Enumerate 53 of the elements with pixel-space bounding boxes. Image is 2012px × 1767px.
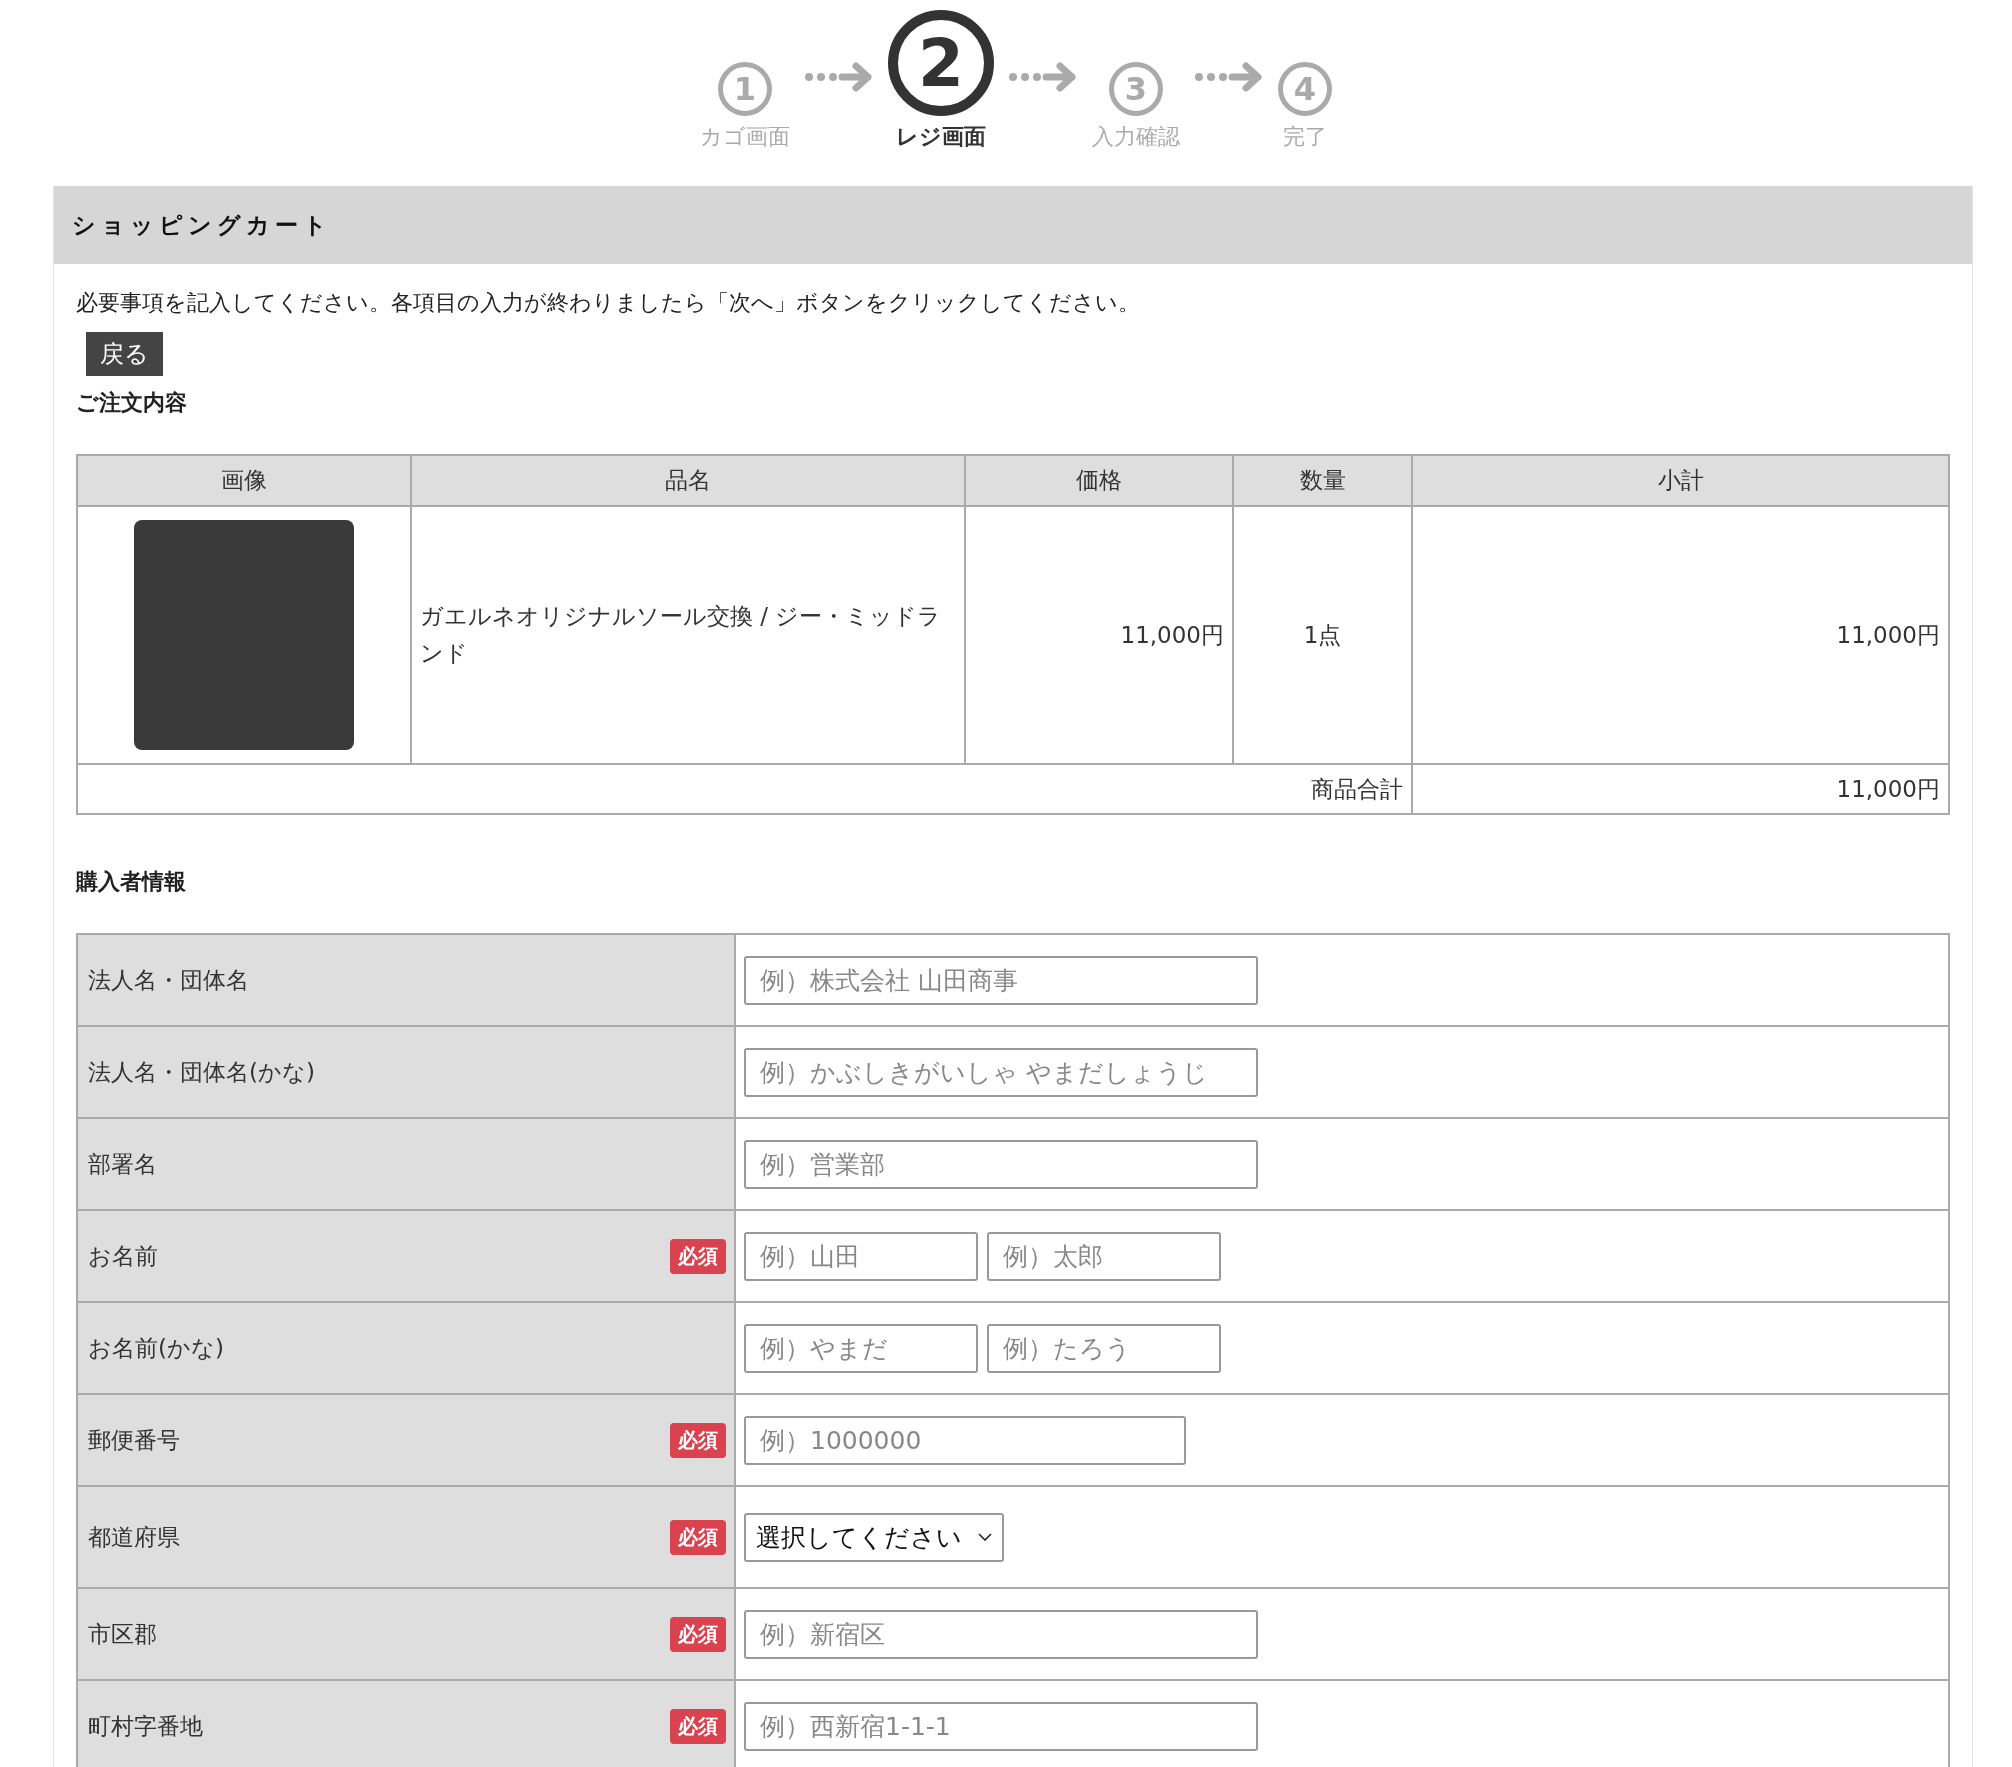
prefecture-dropdown[interactable]: 選択してください — [744, 1512, 1004, 1562]
step-number: 3 — [1109, 62, 1163, 116]
table-cell: 11,000円 — [1412, 764, 1949, 814]
required-badge: 必須 — [670, 1519, 726, 1555]
field-label: お名前 — [88, 1241, 158, 1271]
input-field[interactable]: 例）かぶしきがいしゃ やまだしょうじ — [744, 1047, 1258, 1097]
required-badge: 必須 — [670, 1422, 726, 1458]
column-header: 画像 — [77, 455, 411, 506]
input-field[interactable]: 例）たろう — [987, 1323, 1221, 1373]
chevron-icon — [978, 1533, 992, 1541]
dotted-arrow-icon — [1008, 62, 1078, 92]
input-field[interactable]: 例）西新宿1-1-1 — [744, 1701, 1258, 1751]
input-field[interactable]: 例）1000000 — [744, 1415, 1186, 1465]
dotted-arrow-icon — [1194, 62, 1264, 92]
input-field[interactable]: 例）営業部 — [744, 1139, 1258, 1189]
panel-title: ショッピングカート — [72, 210, 332, 240]
column-header: 価格 — [965, 455, 1233, 506]
table-cell: 11,000円 — [1412, 506, 1949, 764]
table-cell: ガエルネオリジナルソール交換 / ジー・ミッドランド — [411, 506, 965, 764]
step-number: 4 — [1278, 62, 1332, 116]
step-label: レジ画面 — [896, 123, 986, 151]
column-header: 品名 — [411, 455, 965, 506]
required-badge: 必須 — [670, 1616, 726, 1652]
step-label: 完了 — [1283, 123, 1327, 151]
field-label: 町村字番地 — [88, 1711, 203, 1741]
input-field[interactable]: 例）やまだ — [744, 1323, 978, 1373]
field-label: 部署名 — [88, 1149, 157, 1179]
required-badge: 必須 — [670, 1708, 726, 1744]
field-label: 市区郡 — [88, 1619, 157, 1649]
step-label: カゴ画面 — [700, 123, 790, 151]
required-badge: 必須 — [670, 1238, 726, 1274]
field-label: お名前(かな) — [88, 1333, 224, 1363]
column-header: 小計 — [1412, 455, 1949, 506]
field-label: 法人名・団体名(かな) — [88, 1057, 315, 1087]
field-label: 郵便番号 — [88, 1425, 180, 1455]
table-cell: 商品合計 — [77, 764, 1412, 814]
field-label: 法人名・団体名 — [88, 965, 249, 995]
field-label: 都道府県 — [88, 1522, 180, 1552]
step-label: 入力確認 — [1092, 123, 1180, 151]
dotted-arrow-icon — [804, 62, 874, 92]
step-number: 1 — [718, 62, 772, 116]
input-field[interactable]: 例）株式会社 山田商事 — [744, 955, 1258, 1005]
step-number: 2 — [888, 10, 994, 116]
table-cell: 1点 — [1233, 506, 1412, 764]
section-heading: ご注文内容 — [76, 389, 188, 417]
column-header: 数量 — [1233, 455, 1412, 506]
table-cell: 11,000円 — [965, 506, 1233, 764]
back-button[interactable]: 戻る — [86, 332, 163, 376]
input-field[interactable]: 例）山田 — [744, 1231, 978, 1281]
instruction-text: 必要事項を記入してください。各項目の入力が終わりましたら「次へ」ボタンをクリックしてください。 — [76, 289, 1141, 317]
input-field[interactable]: 例）太郎 — [987, 1231, 1221, 1281]
input-field[interactable]: 例）新宿区 — [744, 1609, 1258, 1659]
section-heading: 購入者情報 — [76, 868, 187, 896]
